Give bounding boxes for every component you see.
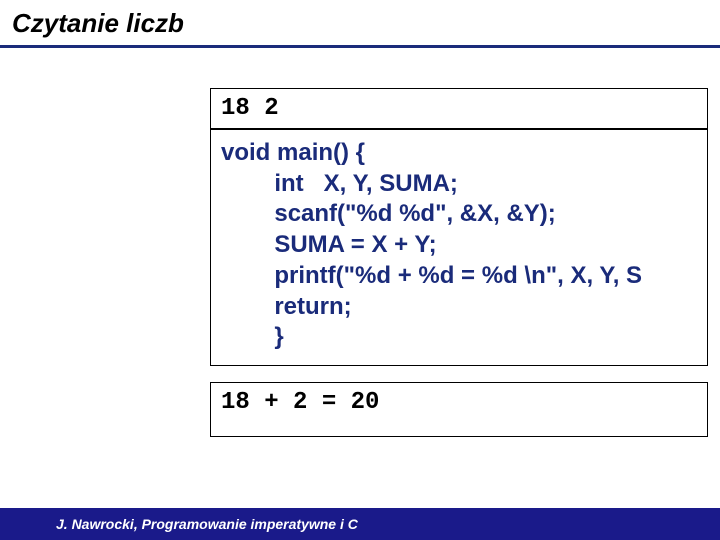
code-line: } xyxy=(221,322,697,353)
code-line: return; xyxy=(221,292,697,323)
content-area: 18 2 void main() { int X, Y, SUMA; scanf… xyxy=(0,48,720,437)
footer: J. Nawrocki, Programowanie imperatywne i… xyxy=(0,508,720,540)
code-line: printf("%d + %d = %d \n", X, Y, S xyxy=(221,261,697,292)
code-line: void main() { xyxy=(221,138,697,169)
input-box: 18 2 xyxy=(210,88,708,129)
code-line: int X, Y, SUMA; xyxy=(221,169,697,200)
slide-title: Czytanie liczb xyxy=(0,0,720,48)
input-text: 18 2 xyxy=(221,95,279,122)
code-line: SUMA = X + Y; xyxy=(221,230,697,261)
output-text: 18 + 2 = 20 xyxy=(221,389,379,416)
code-line: scanf("%d %d", &X, &Y); xyxy=(221,199,697,230)
code-box: void main() { int X, Y, SUMA; scanf("%d … xyxy=(210,129,708,366)
output-box: 18 + 2 = 20 xyxy=(210,382,708,437)
footer-text: J. Nawrocki, Programowanie imperatywne i… xyxy=(56,516,358,532)
